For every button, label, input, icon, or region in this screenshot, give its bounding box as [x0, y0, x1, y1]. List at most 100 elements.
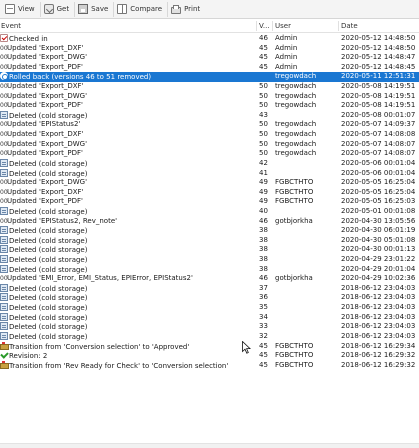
event-text: Updated 'EMI_Error, EMI_Status, EPIError… — [7, 274, 193, 283]
history-row[interactable]: Deleted (cold storage) 32 2018-06-12 23:04… — [0, 331, 419, 342]
history-row[interactable]: Deleted (cold storage) 38 2020-04-30 06:01… — [0, 226, 419, 236]
history-row[interactable]: Transition from 'Conversion selection' t… — [0, 341, 419, 352]
history-row[interactable]: 00Updated 'Export_DWG' 50 tregowdach 2020-0… — [0, 92, 419, 102]
history-row[interactable]: Deleted (cold storage) 33 2018-06-12 23:04… — [0, 322, 419, 332]
toolbar: View Get Save Compare Print — [0, 0, 419, 19]
column-header-user[interactable]: User — [275, 19, 291, 33]
event-prefix: 00 — [0, 44, 8, 52]
date-cell: 2018-06-12 23:04:03 — [341, 322, 416, 331]
event-text: Deleted (cold storage) — [9, 265, 88, 274]
history-row[interactable]: 00Updated 'Export_DWG' 45 Admin 2020-05-12 … — [0, 53, 419, 63]
history-row[interactable]: 00Updated 'Export_DXF' 45 Admin 2020-05-12 … — [0, 44, 419, 54]
event-text: Updated 'Export_DWG' — [7, 178, 88, 187]
get-icon — [43, 4, 54, 14]
user-cell: gotbjorkha — [275, 274, 313, 283]
event-text: Deleted (cold storage) — [9, 323, 88, 332]
history-row[interactable]: Deleted (cold storage) 34 2018-06-12 23:04… — [0, 312, 419, 323]
history-row[interactable]: 00Updated 'Export_DXF' 49 FGBCTHTO 2020-05-… — [0, 188, 419, 198]
view-button[interactable]: View — [2, 2, 38, 17]
date-cell: 2020-05-08 00:01:07 — [341, 110, 416, 119]
history-row[interactable]: Deleted (cold storage) 38 2020-04-30 00:01… — [0, 245, 419, 255]
history-row[interactable]: Deleted (cold storage) 42 2020-05-06 00:01… — [0, 158, 419, 169]
date-cell: 2018-06-12 23:04:03 — [341, 303, 416, 312]
date-cell: 2020-05-08 14:19:51 — [341, 91, 416, 100]
save-button[interactable]: Save — [74, 1, 111, 17]
column-header-version[interactable]: V... — [259, 19, 270, 33]
event-cell: 00Updated 'Export_DXF' — [0, 130, 256, 140]
event-cell: 00Updated 'EPIStatus2' — [0, 120, 256, 130]
column-divider[interactable] — [338, 21, 339, 31]
get-button[interactable]: Get — [39, 1, 72, 17]
event-text: Deleted (cold storage) — [9, 332, 88, 341]
history-row[interactable]: Transition from 'Rev Ready for Check' to… — [0, 360, 419, 371]
user-cell: FGBCTHTO — [275, 341, 314, 350]
event-prefix: 00 — [0, 188, 8, 196]
event-prefix: 00 — [0, 140, 8, 148]
history-row[interactable]: 00Updated 'EPIStatus2, Rev_note' 46 gotbjo… — [0, 217, 419, 227]
history-row[interactable]: Deleted (cold storage) 40 2020-05-01 00:01… — [0, 206, 419, 217]
version-cell: 37 — [259, 283, 268, 292]
date-cell: 2020-05-12 14:48:50 — [341, 43, 416, 52]
version-cell: 50 — [259, 130, 268, 139]
event-text: Updated 'Export_PDF' — [7, 62, 83, 71]
cold-storage-icon — [0, 226, 8, 235]
history-row[interactable]: 00Updated 'Export_PDF' 49 FGBCTHTO 2020-05-… — [0, 197, 419, 207]
date-cell: 2020-05-06 00:01:04 — [341, 158, 416, 167]
history-row[interactable]: 00Updated 'Export_DXF' 50 tregowdach 2020-0… — [0, 82, 419, 92]
history-row[interactable]: 00Updated 'Export_DXF' 50 tregowdach 2020-0… — [0, 130, 419, 140]
rollback-icon — [0, 72, 8, 81]
history-row[interactable]: Rolled back (versions 46 to 51 removed) t… — [0, 72, 419, 83]
event-text: Updated 'Export_PDF' — [7, 149, 83, 158]
cold-storage-icon — [0, 303, 8, 312]
history-row[interactable]: 00Updated 'Export_PDF' 50 tregowdach 2020-0… — [0, 149, 419, 159]
version-cell: 49 — [259, 197, 268, 206]
user-cell: tregowdach — [275, 120, 317, 129]
get-label: Get — [56, 5, 70, 13]
column-divider[interactable] — [256, 21, 257, 31]
history-row[interactable]: Checked in 46 Admin 2020-05-12 14:48:50 — [0, 34, 419, 44]
user-cell: FGBCTHTO — [275, 187, 314, 196]
date-cell: 2020-05-07 14:08:07 — [341, 139, 416, 148]
history-row[interactable]: Deleted (cold storage) 38 2020-04-30 05:01… — [0, 235, 419, 246]
date-cell: 2020-05-07 14:09:37 — [341, 120, 416, 129]
column-header-date[interactable]: Date — [341, 19, 358, 33]
date-cell: 2018-06-12 16:29:32 — [341, 351, 416, 360]
history-row[interactable]: Deleted (cold storage) 35 2018-06-12 23:04… — [0, 303, 419, 313]
history-row[interactable]: 00Updated 'Export_DWG' 50 tregowdach 2020-0… — [0, 140, 419, 150]
event-text: Revision: 2 — [9, 352, 48, 361]
cold-storage-icon — [0, 206, 8, 215]
compare-button[interactable]: Compare — [113, 1, 165, 17]
check-in-icon — [0, 34, 8, 42]
column-header-event[interactable]: Event — [1, 19, 21, 33]
date-cell: 2018-06-12 16:29:34 — [341, 341, 416, 350]
version-cell: 45 — [259, 62, 268, 71]
event-text: Deleted (cold storage) — [9, 169, 88, 178]
history-row[interactable]: Deleted (cold storage) 38 2020-04-29 23:01… — [0, 255, 419, 265]
history-row[interactable]: 00Updated 'Export_PDF' 50 tregowdach 2020-0… — [0, 101, 419, 111]
history-row[interactable]: 00Updated 'Export_DWG' 49 FGBCTHTO 2020-05-… — [0, 178, 419, 188]
event-prefix: 00 — [0, 179, 8, 187]
print-button[interactable]: Print — [167, 1, 203, 17]
event-cell: 00Updated 'Export_PDF' — [0, 101, 256, 111]
history-row[interactable]: Deleted (cold storage) 41 2020-05-06 00:01… — [0, 168, 419, 179]
history-row[interactable]: Revision: 2 45 FGBCTHTO 2018-06-12 16:29:32 — [0, 351, 419, 361]
event-text: Deleted (cold storage) — [9, 207, 88, 216]
date-cell: 2020-05-08 14:19:51 — [341, 82, 416, 91]
column-divider[interactable] — [272, 21, 273, 31]
version-cell: 38 — [259, 245, 268, 254]
transition-icon — [0, 360, 9, 369]
history-row[interactable]: Deleted (cold storage) 43 2020-05-08 00:01… — [0, 110, 419, 121]
history-row[interactable]: 00Updated 'EMI_Error, EMI_Status, EPIErr… — [0, 274, 419, 284]
history-row[interactable]: Deleted (cold storage) 37 2018-06-12 23:04… — [0, 283, 419, 294]
event-prefix: 00 — [0, 121, 8, 129]
event-text: Deleted (cold storage) — [9, 294, 88, 303]
cold-storage-icon — [0, 168, 8, 177]
history-row[interactable]: 00Updated 'EPIStatus2' 50 tregowdach 2020-0… — [0, 120, 419, 130]
version-cell: 46 — [259, 274, 268, 283]
horizontal-scrollbar[interactable] — [0, 443, 419, 448]
history-row[interactable]: Deleted (cold storage) 38 2020-04-29 20:01… — [0, 264, 419, 275]
history-row[interactable]: 00Updated 'Export_PDF' 45 Admin 2020-05-12 … — [0, 63, 419, 73]
history-row[interactable]: Deleted (cold storage) 36 2018-06-12 23:04… — [0, 293, 419, 303]
event-text: Updated 'EPIStatus2' — [7, 120, 81, 129]
date-cell: 2018-06-12 23:04:03 — [341, 283, 416, 292]
